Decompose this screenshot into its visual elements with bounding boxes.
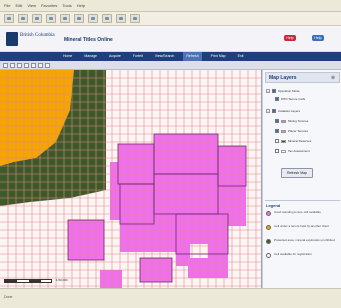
menu-view[interactable]: View [27, 3, 36, 8]
legend-swatch [266, 239, 271, 244]
legend-swatch [266, 211, 271, 216]
layer-label: Cadastre Layers [278, 109, 301, 113]
browser-toolbar [0, 12, 341, 26]
tab-refresh[interactable]: Refresh [183, 52, 202, 61]
print-icon[interactable] [130, 14, 140, 23]
mail-icon[interactable] [116, 14, 126, 23]
identify-icon[interactable] [24, 62, 29, 68]
layer-checkbox[interactable] [275, 149, 279, 153]
search-icon[interactable] [74, 14, 84, 23]
refresh-map-button[interactable]: Refresh Map [281, 168, 313, 178]
main-nav: Home Manage Acquire Forfeit View/Search … [0, 52, 341, 61]
map-layers-panel: Map Layers ⊗ − Operation Mode MTO Tenure… [262, 70, 341, 288]
tab-exit[interactable]: Exit [235, 52, 247, 61]
scale-text: 1:50,000 [56, 278, 68, 282]
legend-title: Legend [266, 203, 281, 208]
panel-header: Map Layers ⊗ [265, 72, 340, 83]
help-red-button[interactable]: Help [284, 35, 296, 41]
layer-checkbox[interactable] [272, 89, 276, 93]
menu-favorites[interactable]: Favorites [41, 3, 57, 8]
close-icon[interactable]: ⊗ [330, 75, 336, 81]
layer-swatch [281, 129, 286, 133]
layer-swatch [281, 149, 286, 153]
tab-view-search[interactable]: View/Search [152, 52, 178, 61]
legend-text: Good standing tenure cell available [274, 210, 321, 214]
map-canvas[interactable]: 1:50,000 [0, 70, 262, 288]
layer-row[interactable]: Tax Assessment [275, 148, 310, 154]
panel-divider [265, 200, 340, 201]
browser-menubar: File Edit View Favorites Tools Help [0, 0, 341, 12]
select-cell-icon[interactable] [31, 62, 36, 68]
zoom-in-icon[interactable] [3, 62, 8, 68]
legend-item: Cell available for registration [266, 252, 340, 258]
measure-icon[interactable] [38, 62, 43, 68]
map-svg [0, 70, 261, 288]
status-text: Done [4, 295, 13, 299]
layer-row[interactable]: Placer Tenures [275, 128, 308, 134]
panel-title: Map Layers [269, 75, 297, 81]
pan-icon[interactable] [17, 62, 22, 68]
layer-label: Placer Tenures [288, 129, 308, 133]
back-icon[interactable] [4, 14, 14, 23]
browser-statusbar: Done [0, 288, 341, 308]
legend-text: Cell under a tenure held by another clie… [274, 224, 329, 228]
layer-checkbox[interactable] [275, 119, 279, 123]
layer-row[interactable]: MTO Tenure Cells [275, 96, 305, 102]
layer-checkbox[interactable] [275, 139, 279, 143]
legend-text: Cell available for registration [274, 252, 312, 256]
history-icon[interactable] [102, 14, 112, 23]
refresh-icon[interactable] [46, 14, 56, 23]
tab-manage[interactable]: Manage [81, 52, 100, 61]
layer-row[interactable]: Mining Tenures [275, 118, 308, 124]
tab-acquire[interactable]: Acquire [106, 52, 124, 61]
layer-label: Mineral Reserves [288, 139, 312, 143]
layer-checkbox[interactable] [275, 97, 279, 101]
map-toolbar [0, 61, 341, 70]
layer-label: Operation Mode [278, 89, 300, 93]
bc-logo-icon [6, 32, 18, 46]
expand-icon[interactable]: − [266, 109, 270, 113]
menu-file[interactable]: File [4, 3, 10, 8]
tab-home[interactable]: Home [60, 52, 75, 61]
tab-forfeit[interactable]: Forfeit [130, 52, 146, 61]
bc-logo-text: British Columbia [20, 33, 55, 38]
legend-text: Protected area, mineral exploration proh… [274, 238, 335, 242]
layer-label: Mining Tenures [288, 119, 309, 123]
layer-label: MTO Tenure Cells [281, 97, 306, 101]
tenure-magenta-bottom-left[interactable] [100, 270, 122, 288]
menu-help[interactable]: Help [77, 3, 85, 8]
legend-swatch [266, 225, 271, 230]
legend-swatch [266, 253, 271, 258]
help-blue-button[interactable]: Help [312, 35, 324, 41]
zoom-out-icon[interactable] [10, 62, 15, 68]
menu-tools[interactable]: Tools [62, 3, 71, 8]
favorites-icon[interactable] [88, 14, 98, 23]
site-header: British Columbia Mineral Titles Online H… [0, 26, 341, 52]
layer-swatch [281, 119, 286, 123]
menu-edit[interactable]: Edit [15, 3, 22, 8]
layer-swatch [281, 139, 286, 143]
forward-icon[interactable] [18, 14, 28, 23]
expand-icon[interactable]: − [266, 89, 270, 93]
layer-row[interactable]: − Cadastre Layers [266, 108, 300, 114]
app-title: Mineral Titles Online [64, 37, 113, 43]
layer-label: Tax Assessment [288, 149, 310, 153]
legend-item: Protected area, mineral exploration proh… [266, 238, 340, 244]
scale-bar [4, 279, 52, 283]
legend-item: Good standing tenure cell available [266, 210, 340, 216]
layer-row[interactable]: Mineral Reserves [275, 138, 311, 144]
stop-icon[interactable] [32, 14, 42, 23]
layer-checkbox[interactable] [272, 109, 276, 113]
tab-print-map[interactable]: Print Map [208, 52, 229, 61]
home-icon[interactable] [60, 14, 70, 23]
legend-item: Cell under a tenure held by another clie… [266, 224, 340, 230]
layer-checkbox[interactable] [275, 129, 279, 133]
full-extent-icon[interactable] [45, 62, 50, 68]
layer-row[interactable]: − Operation Mode [266, 88, 300, 94]
